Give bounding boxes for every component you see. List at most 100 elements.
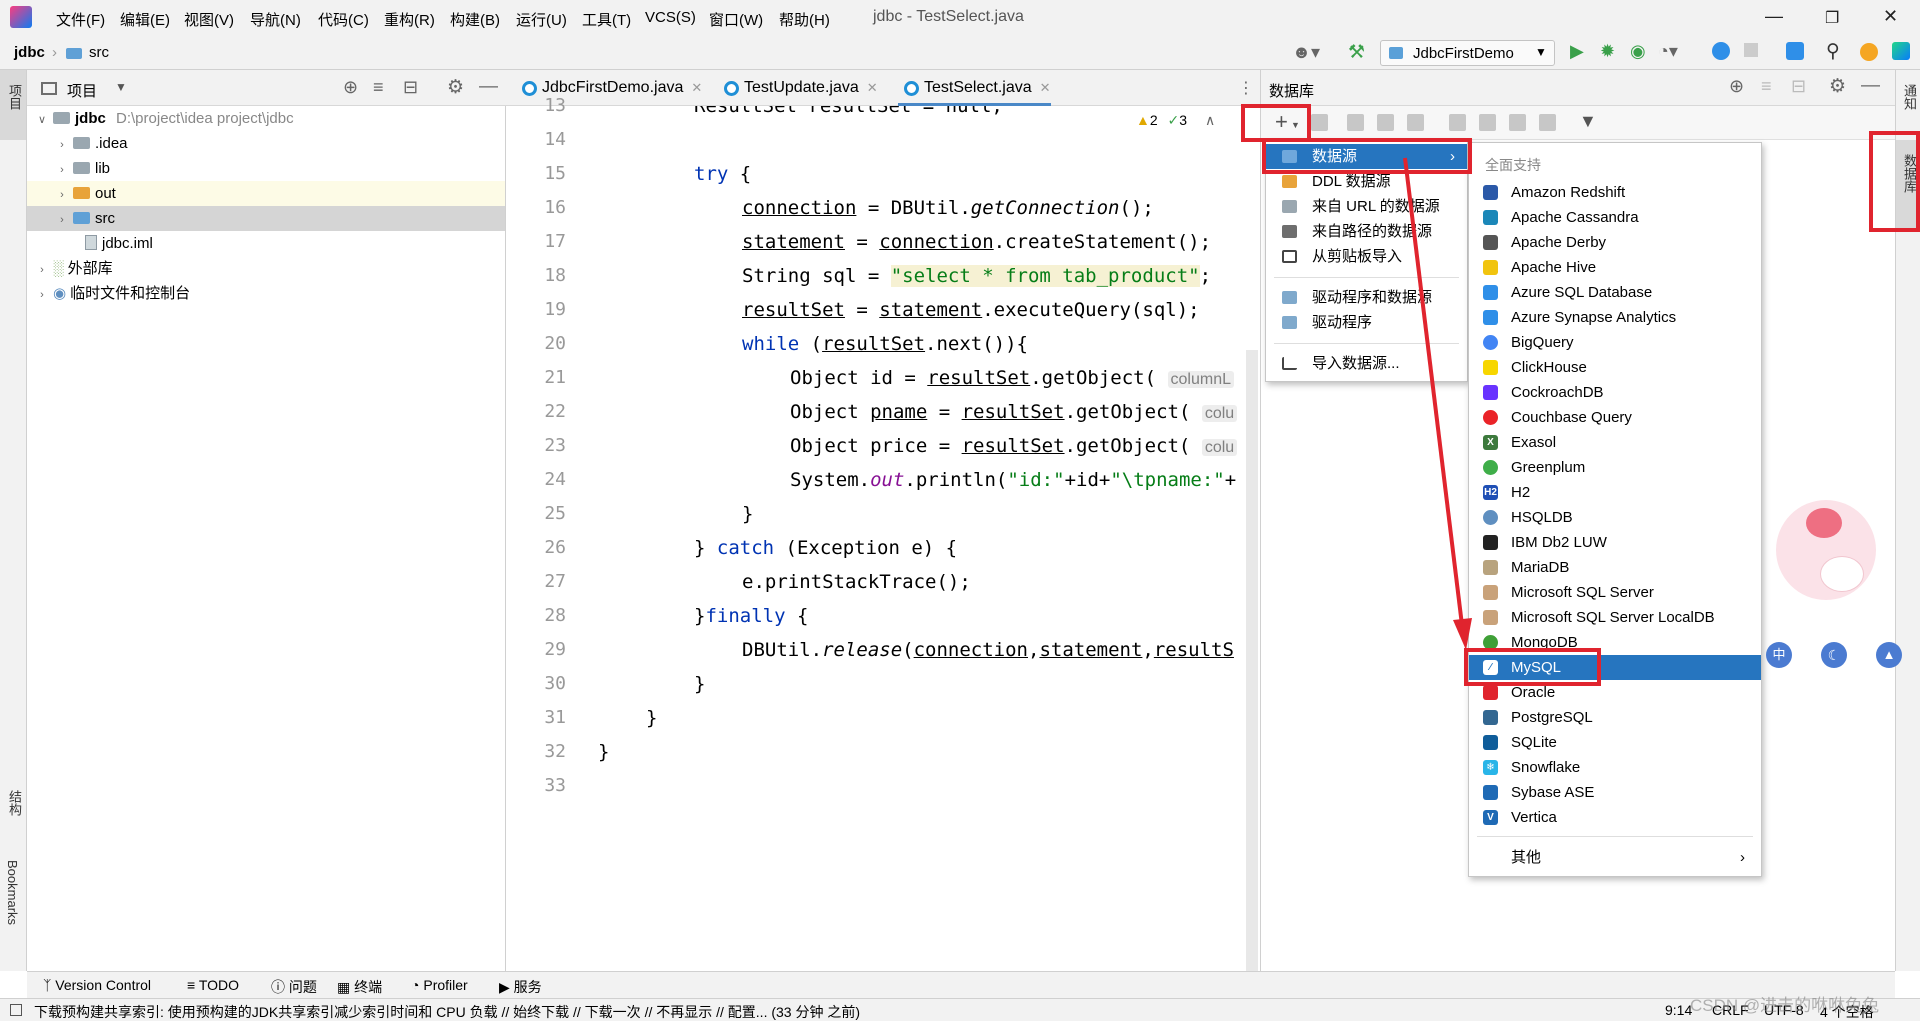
console-icon[interactable] [1539, 114, 1556, 131]
menu-item-sqlite[interactable]: SQLite [1469, 730, 1761, 755]
properties-icon[interactable] [1377, 114, 1394, 131]
filter-icon[interactable]: ▼ [1579, 111, 1597, 132]
chevron-right-icon[interactable]: › [35, 258, 49, 283]
menu-edit[interactable]: 编辑(E) [120, 9, 170, 30]
chevron-down-icon[interactable]: ▼ [115, 80, 127, 94]
menu-item-cassandra[interactable]: Apache Cassandra [1469, 205, 1761, 230]
close-icon[interactable]: ✕ [1883, 6, 1898, 27]
hide-panel-icon[interactable]: — [479, 76, 498, 98]
menu-item-vertica[interactable]: V Vertica [1469, 805, 1761, 830]
code-area[interactable]: ResultSet resultSet = null; try { connec… [598, 106, 1260, 971]
more-tabs-icon[interactable]: ⋮ [1238, 78, 1254, 98]
menu-item-path[interactable]: 来自路径的数据源 [1266, 219, 1467, 244]
menu-item-h2[interactable]: H2 H2 [1469, 480, 1761, 505]
ime-chinese-icon[interactable]: 中 [1766, 642, 1792, 668]
menu-item-postgresql[interactable]: PostgreSQL [1469, 705, 1761, 730]
tab-testupdate[interactable]: TestUpdate.java ✕ [718, 70, 878, 106]
coverage-icon[interactable]: ◉ [1630, 41, 1646, 62]
menu-item-snowflake[interactable]: ❄ Snowflake [1469, 755, 1761, 780]
menu-item-mssql[interactable]: Microsoft SQL Server [1469, 580, 1761, 605]
jump-icon[interactable] [1509, 114, 1526, 131]
tab-problems[interactable]: ⓘ 问题 [271, 977, 317, 997]
menu-item-couchbase[interactable]: Couchbase Query [1469, 405, 1761, 430]
menu-file[interactable]: 文件(F) [56, 9, 105, 30]
build-hammer-icon[interactable]: ⚒ [1348, 41, 1365, 64]
schema-icon[interactable] [1407, 114, 1424, 131]
chevron-right-icon[interactable]: › [55, 158, 69, 183]
tree-item-iml[interactable]: jdbc.iml [77, 231, 153, 256]
copy-icon[interactable] [1311, 114, 1328, 131]
menu-item-clipboard[interactable]: 从剪贴板导入 [1266, 244, 1467, 269]
stop-icon[interactable] [1744, 43, 1758, 57]
user-icon[interactable]: ☻▾ [1292, 42, 1320, 63]
menu-help[interactable]: 帮助(H) [779, 9, 830, 30]
menu-build[interactable]: 构建(B) [450, 9, 500, 30]
editor-scrollbar[interactable] [1246, 350, 1258, 1020]
chevron-down-icon[interactable]: ∨ [35, 108, 49, 133]
table-icon[interactable] [1449, 114, 1466, 131]
menu-view[interactable]: 视图(V) [184, 9, 234, 30]
maximize-icon[interactable]: ❐ [1825, 8, 1839, 28]
menu-item-drivers[interactable]: 驱动程序 [1266, 310, 1467, 335]
toolbox-icon[interactable] [1892, 42, 1910, 60]
menu-vcs[interactable]: VCS(S) [645, 9, 696, 26]
refresh-icon[interactable] [1347, 114, 1364, 131]
menu-item-mariadb[interactable]: MariaDB [1469, 555, 1761, 580]
search-icon[interactable]: ⚲ [1826, 40, 1840, 63]
menu-item-exasol[interactable]: X Exasol [1469, 430, 1761, 455]
gear-icon[interactable]: ⚙ [447, 76, 464, 99]
tab-terminal[interactable]: ▦ 终端 [337, 977, 382, 997]
tab-testselect[interactable]: TestSelect.java ✕ [898, 70, 1051, 106]
status-checkbox-icon[interactable] [10, 1004, 22, 1016]
structure-tool-label[interactable]: 结构 [5, 790, 24, 816]
menu-tools[interactable]: 工具(T) [582, 9, 631, 30]
caret-position[interactable]: 9:14 [1665, 1002, 1692, 1018]
menu-window[interactable]: 窗口(W) [709, 9, 763, 30]
profiler-icon[interactable]: ◔▾ [1658, 41, 1678, 62]
tree-item-idea[interactable]: › .idea [55, 131, 127, 156]
tree-item-lib[interactable]: › lib [55, 156, 110, 181]
run-icon[interactable]: ▶ [1570, 41, 1584, 62]
tree-item-src[interactable]: › src [27, 206, 505, 231]
tree-root[interactable]: ∨ jdbc D:\project\idea project\jdbc [35, 106, 294, 131]
tab-services[interactable]: ▶ 服务 [499, 977, 542, 997]
menu-run[interactable]: 运行(U) [516, 9, 567, 30]
menu-item-bigquery[interactable]: BigQuery [1469, 330, 1761, 355]
menu-item-import[interactable]: 导入数据源... [1266, 351, 1467, 376]
menu-item-clickhouse[interactable]: ClickHouse [1469, 355, 1761, 380]
menu-item-greenplum[interactable]: Greenplum [1469, 455, 1761, 480]
minimize-icon[interactable]: — [1765, 6, 1783, 27]
breadcrumb-folder[interactable]: src [89, 44, 109, 61]
locate-icon[interactable]: ⊕ [343, 77, 358, 98]
project-panel-title[interactable]: 项目 [67, 80, 97, 101]
debug-icon[interactable]: ✹ [1600, 41, 1615, 62]
collapse-all-icon[interactable]: ⊟ [1791, 76, 1806, 97]
menu-item-redshift[interactable]: Amazon Redshift [1469, 180, 1761, 205]
menu-item-azure-sql[interactable]: Azure SQL Database [1469, 280, 1761, 305]
run-config-select[interactable]: JdbcFirstDemo ▼ [1380, 40, 1555, 66]
status-message[interactable]: 下载预构建共享索引: 使用预构建的JDK共享索引减少索引时间和 CPU 负载 /… [34, 1002, 860, 1022]
menu-item-derby[interactable]: Apache Derby [1469, 230, 1761, 255]
expand-all-icon[interactable]: ≡ [373, 77, 384, 98]
ime-moon-icon[interactable]: ☾ [1821, 642, 1847, 668]
gear-icon[interactable]: ⚙ [1829, 75, 1846, 98]
menu-item-mssql-localdb[interactable]: Microsoft SQL Server LocalDB [1469, 605, 1761, 630]
menu-item-cockroach[interactable]: CockroachDB [1469, 380, 1761, 405]
tab-version-control[interactable]: ᛉ Version Control [43, 977, 151, 993]
update-icon[interactable] [1712, 42, 1730, 60]
menu-item-hive[interactable]: Apache Hive [1469, 255, 1761, 280]
close-tab-icon[interactable]: ✕ [1040, 80, 1051, 95]
settings-sync-icon[interactable] [1786, 42, 1804, 60]
bookmarks-tool-label[interactable]: Bookmarks [5, 860, 20, 925]
tree-item-scratches[interactable]: › ◉ 临时文件和控制台 [35, 281, 190, 306]
menu-refactor[interactable]: 重构(R) [384, 9, 435, 30]
ide-updates-icon[interactable] [1860, 43, 1878, 61]
menu-item-other[interactable]: 其他 › [1469, 845, 1761, 870]
chevron-right-icon[interactable]: › [55, 183, 69, 208]
menu-code[interactable]: 代码(C) [318, 9, 369, 30]
expand-all-icon[interactable]: ≡ [1761, 76, 1772, 97]
notifications-tool-label[interactable]: 通知 [1900, 84, 1919, 110]
menu-item-hsqldb[interactable]: HSQLDB [1469, 505, 1761, 530]
edit-icon[interactable] [1479, 114, 1496, 131]
locate-icon[interactable]: ⊕ [1729, 76, 1744, 97]
